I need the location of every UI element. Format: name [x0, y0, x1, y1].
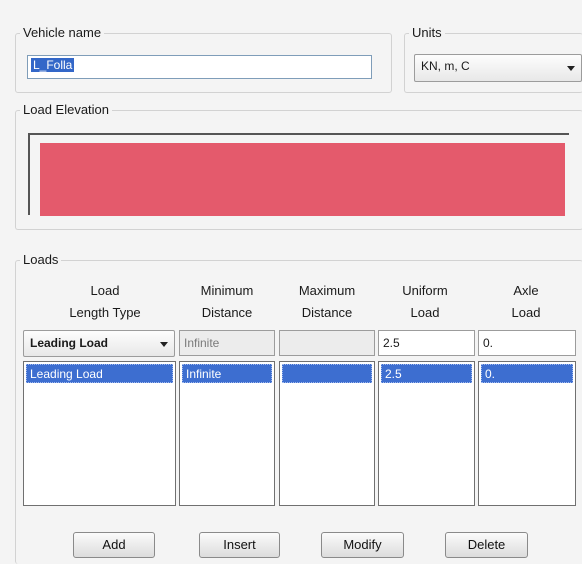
axle-load-list[interactable]: 0.: [478, 361, 576, 506]
max-distance-list[interactable]: [279, 361, 375, 506]
loads-label: Loads: [20, 252, 62, 267]
col-header-min-distance: Minimum Distance: [200, 283, 254, 320]
list-item[interactable]: [282, 364, 372, 383]
load-elevation-label: Load Elevation: [20, 102, 113, 117]
min-distance-list[interactable]: Infinite: [179, 361, 275, 506]
axle-load-input[interactable]: 0.: [478, 330, 576, 356]
elevation-load-bar: [40, 143, 565, 216]
list-item[interactable]: Infinite: [182, 364, 272, 383]
vehicle-name-input[interactable]: L_Folla: [27, 55, 372, 79]
modify-button[interactable]: Modify: [321, 532, 404, 558]
vehicle-name-label: Vehicle name: [20, 25, 105, 40]
list-item[interactable]: 0.: [481, 364, 573, 383]
min-distance-input: Infinite: [179, 330, 275, 356]
max-distance-input: [279, 330, 375, 356]
add-button[interactable]: Add: [73, 532, 155, 558]
insert-button[interactable]: Insert: [199, 532, 280, 558]
col-header-uniform-load: Uniform Load: [402, 283, 448, 320]
length-type-selected: Leading Load: [30, 336, 108, 350]
col-header-axle-load: Axle Load: [511, 283, 541, 320]
length-type-dropdown[interactable]: Leading Load: [23, 330, 175, 357]
units-label: Units: [409, 25, 445, 40]
list-item[interactable]: 2.5: [381, 364, 472, 383]
units-dropdown[interactable]: KN, m, C: [414, 54, 582, 82]
uniform-load-list[interactable]: 2.5: [378, 361, 475, 506]
col-header-max-distance: Maximum Distance: [298, 283, 356, 320]
delete-button[interactable]: Delete: [445, 532, 528, 558]
chevron-down-icon: [567, 66, 575, 71]
uniform-load-input[interactable]: 2.5: [378, 330, 475, 356]
col-header-length-type: Load Length Type: [69, 283, 141, 320]
units-selected: KN, m, C: [421, 59, 470, 73]
length-type-list[interactable]: Leading Load: [23, 361, 176, 506]
list-item[interactable]: Leading Load: [26, 364, 173, 383]
chevron-down-icon: [160, 341, 168, 347]
vehicle-name-value: L_Folla: [31, 58, 75, 72]
